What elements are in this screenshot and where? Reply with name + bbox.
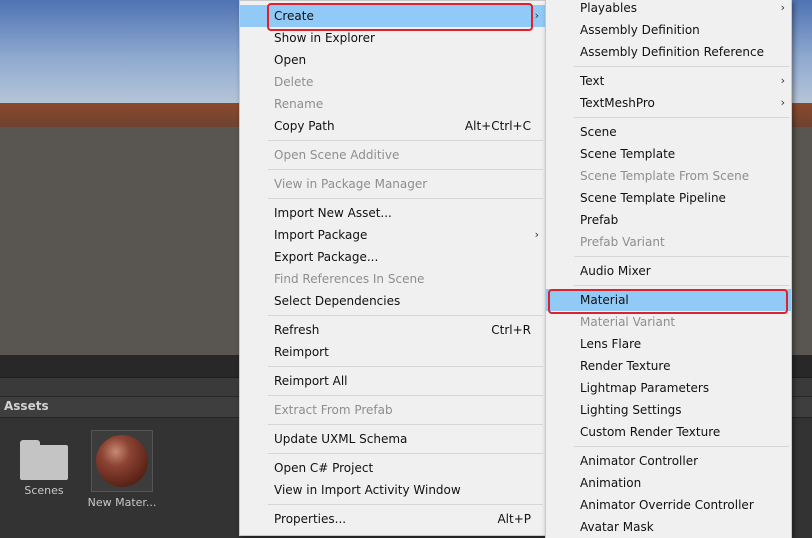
menu-separator xyxy=(574,117,789,118)
submenu-item-scene-template-pipeline[interactable]: Scene Template Pipeline xyxy=(546,187,791,209)
context-menu: Create › Show in Explorer Open Delete Ren… xyxy=(239,0,546,536)
menu-item-properties[interactable]: Properties... Alt+P xyxy=(240,508,545,530)
menu-separator xyxy=(574,256,789,257)
menu-item-reimport-all[interactable]: Reimport All xyxy=(240,370,545,392)
shortcut-label: Alt+P xyxy=(497,512,531,526)
submenu-item-scene-template[interactable]: Scene Template xyxy=(546,143,791,165)
menu-separator xyxy=(268,366,543,367)
menu-separator xyxy=(268,424,543,425)
menu-item-copy-path[interactable]: Copy Path Alt+Ctrl+C xyxy=(240,115,545,137)
menu-item-refresh[interactable]: Refresh Ctrl+R xyxy=(240,319,545,341)
menu-item-view-in-package-manager: View in Package Manager xyxy=(274,177,428,191)
menu-item-find-references: Find References In Scene xyxy=(274,272,425,286)
submenu-item-audio-mixer[interactable]: Audio Mixer xyxy=(546,260,791,282)
shortcut-label: Ctrl+R xyxy=(491,323,531,337)
menu-item-show-in-explorer[interactable]: Show in Explorer xyxy=(240,27,545,49)
menu-separator xyxy=(268,504,543,505)
submenu-item-render-texture[interactable]: Render Texture xyxy=(546,355,791,377)
menu-separator xyxy=(268,169,543,170)
submenu-item-animator-override-controller[interactable]: Animator Override Controller xyxy=(546,494,791,516)
submenu-item-assembly-definition[interactable]: Assembly Definition xyxy=(546,19,791,41)
submenu-item-material[interactable]: Material xyxy=(546,289,791,311)
submenu-item-scene-template-from-scene: Scene Template From Scene xyxy=(580,169,750,183)
submenu-item-scene[interactable]: Scene xyxy=(546,121,791,143)
menu-separator xyxy=(268,140,543,141)
menu-separator xyxy=(268,453,543,454)
menu-item-create[interactable]: Create › xyxy=(240,5,545,27)
asset-new-material[interactable]: New Mater... xyxy=(86,428,158,509)
menu-item-open-csharp-project[interactable]: Open C# Project xyxy=(240,457,545,479)
menu-item-delete: Delete xyxy=(274,75,314,89)
submenu-item-material-variant: Material Variant xyxy=(580,315,676,329)
menu-item-rename: Rename xyxy=(274,97,324,111)
menu-item-update-uxml-schema[interactable]: Update UXML Schema xyxy=(240,428,545,450)
menu-item-import-new-asset[interactable]: Import New Asset... xyxy=(240,202,545,224)
asset-label: New Mater... xyxy=(87,496,157,509)
chevron-right-icon: › xyxy=(780,96,785,109)
assets-title: Assets xyxy=(4,399,49,413)
menu-separator xyxy=(268,198,543,199)
submenu-item-lighting-settings[interactable]: Lighting Settings xyxy=(546,399,791,421)
asset-label: Scenes xyxy=(24,484,64,497)
menu-item-import-package[interactable]: Import Package › xyxy=(240,224,545,246)
chevron-right-icon: › xyxy=(534,228,539,241)
menu-item-select-dependencies[interactable]: Select Dependencies xyxy=(240,290,545,312)
submenu-item-animation[interactable]: Animation xyxy=(546,472,791,494)
chevron-right-icon: › xyxy=(780,74,785,87)
chevron-right-icon: › xyxy=(780,1,785,14)
menu-item-open[interactable]: Open xyxy=(240,49,545,71)
asset-scenes-folder[interactable]: Scenes xyxy=(8,428,80,497)
submenu-item-animator-controller[interactable]: Animator Controller xyxy=(546,450,791,472)
create-submenu: Playables › Assembly Definition Assembly … xyxy=(545,0,792,538)
menu-separator xyxy=(574,446,789,447)
submenu-item-lightmap-parameters[interactable]: Lightmap Parameters xyxy=(546,377,791,399)
menu-separator xyxy=(268,395,543,396)
submenu-item-assembly-definition-reference[interactable]: Assembly Definition Reference xyxy=(546,41,791,63)
menu-separator xyxy=(574,285,789,286)
menu-item-extract-from-prefab: Extract From Prefab xyxy=(274,403,393,417)
menu-item-view-import-activity[interactable]: View in Import Activity Window xyxy=(240,479,545,501)
folder-icon xyxy=(20,440,68,480)
submenu-item-custom-render-texture[interactable]: Custom Render Texture xyxy=(546,421,791,443)
menu-item-export-package[interactable]: Export Package... xyxy=(240,246,545,268)
chevron-right-icon: › xyxy=(534,9,539,22)
menu-separator xyxy=(574,66,789,67)
submenu-item-avatar-mask[interactable]: Avatar Mask xyxy=(546,516,791,538)
submenu-item-lens-flare[interactable]: Lens Flare xyxy=(546,333,791,355)
shortcut-label: Alt+Ctrl+C xyxy=(464,119,531,133)
menu-item-reimport[interactable]: Reimport xyxy=(240,341,545,363)
submenu-item-prefab-variant: Prefab Variant xyxy=(580,235,665,249)
menu-item-open-scene-additive: Open Scene Additive xyxy=(274,148,400,162)
submenu-item-textmeshpro[interactable]: TextMeshPro › xyxy=(546,92,791,114)
material-sphere-icon xyxy=(91,430,153,492)
menu-separator xyxy=(268,315,543,316)
submenu-item-prefab[interactable]: Prefab xyxy=(546,209,791,231)
submenu-item-text[interactable]: Text › xyxy=(546,70,791,92)
submenu-item-playables[interactable]: Playables › xyxy=(546,0,791,19)
